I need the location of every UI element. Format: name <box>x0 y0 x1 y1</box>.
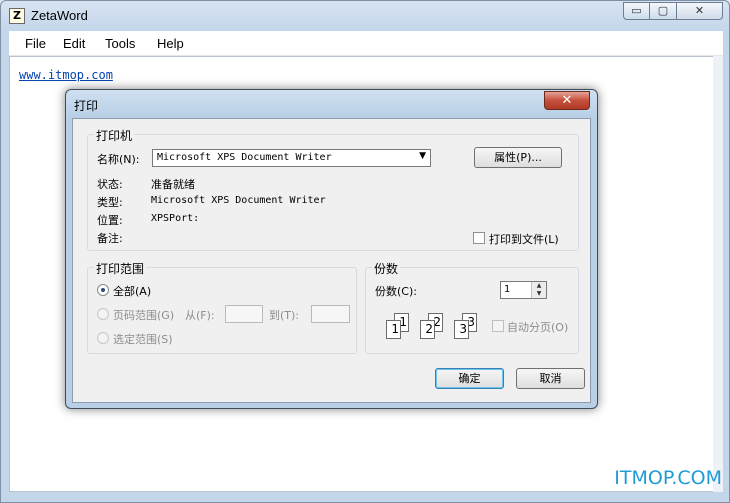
collate-checkbox[interactable] <box>492 320 504 332</box>
printer-group-title: 打印机 <box>94 127 135 144</box>
range-all-radio[interactable] <box>97 284 109 296</box>
menu-file[interactable]: File <box>25 36 46 51</box>
range-to-label: 到(T): <box>269 309 300 322</box>
close-button[interactable]: ✕ <box>677 2 723 20</box>
copies-group: 份数 份数(C): 1 ▲ ▼ 1 1 2 2 3 3 自动分页(O) <box>365 260 579 354</box>
range-selection-radio[interactable] <box>97 332 109 344</box>
printer-name-label: 名称(N): <box>97 153 140 166</box>
print-dialog: 打印 ✕ 打印机 名称(N): Microsoft XPS Document W… <box>65 89 598 409</box>
dialog-title: 打印 <box>74 99 99 113</box>
dialog-close-button[interactable]: ✕ <box>544 91 590 110</box>
page-icon: 2 <box>420 320 435 339</box>
vertical-scrollbar[interactable] <box>713 56 723 492</box>
range-from-input[interactable] <box>225 305 263 323</box>
maximize-button[interactable]: ▢ <box>650 2 677 20</box>
close-icon: ✕ <box>694 4 705 17</box>
chevron-down-icon[interactable]: ▼ <box>532 290 546 298</box>
copies-count-value: 1 <box>504 284 511 295</box>
document-link[interactable]: www.itmop.com <box>19 68 113 82</box>
printer-name-select[interactable]: Microsoft XPS Document Writer ▼ <box>152 149 431 167</box>
copies-count-stepper[interactable]: 1 ▲ ▼ <box>500 281 547 299</box>
page-icon: 1 <box>386 320 401 339</box>
menu-edit[interactable]: Edit <box>63 36 85 51</box>
title-bar[interactable]: Z ZetaWord ▭ ▢ ✕ <box>1 1 729 31</box>
print-to-file-label[interactable]: 打印到文件(L) <box>489 231 559 247</box>
range-pages-radio[interactable] <box>97 308 109 320</box>
collate-label[interactable]: 自动分页(O) <box>507 319 568 335</box>
menu-bar: File Edit Tools Help <box>9 31 723 56</box>
stepper-buttons[interactable]: ▲ ▼ <box>531 282 546 298</box>
range-to-input[interactable] <box>311 305 350 323</box>
type-value: Microsoft XPS Document Writer <box>151 195 326 206</box>
app-icon: Z <box>9 8 25 24</box>
copies-count-label: 份数(C): <box>375 285 417 298</box>
where-value: XPSPort: <box>151 213 200 224</box>
range-from-label: 从(F): <box>185 309 215 322</box>
window-title: ZetaWord <box>31 8 88 23</box>
copies-group-title: 份数 <box>372 260 401 277</box>
range-pages-label[interactable]: 页码范围(G) <box>113 307 174 323</box>
print-to-file-checkbox[interactable] <box>473 232 485 244</box>
where-label: 位置: <box>97 214 123 227</box>
close-icon: ✕ <box>561 93 573 108</box>
chevron-down-icon: ▼ <box>419 151 426 161</box>
comment-label: 备注: <box>97 232 123 245</box>
type-label: 类型: <box>97 196 123 209</box>
caption-buttons: ▭ ▢ ✕ <box>623 2 723 20</box>
page-icon: 3 <box>454 320 469 339</box>
chevron-up-icon[interactable]: ▲ <box>532 282 546 290</box>
menu-help[interactable]: Help <box>157 36 184 51</box>
maximize-icon: ▢ <box>657 4 669 17</box>
printer-name-value: Microsoft XPS Document Writer <box>157 152 332 163</box>
status-value: 准备就绪 <box>151 178 195 191</box>
menu-tools[interactable]: Tools <box>105 36 135 51</box>
minimize-button[interactable]: ▭ <box>623 2 650 20</box>
minimize-icon: ▭ <box>631 4 642 17</box>
range-selection-label[interactable]: 选定范围(S) <box>113 331 173 347</box>
print-range-group: 打印范围 全部(A) 页码范围(G) 从(F): 到(T): 选定范围(S) <box>87 260 357 354</box>
dialog-body: 打印机 名称(N): Microsoft XPS Document Writer… <box>72 118 591 403</box>
print-range-title: 打印范围 <box>94 260 147 277</box>
range-all-label[interactable]: 全部(A) <box>113 283 151 299</box>
cancel-button[interactable]: 取消 <box>516 368 585 389</box>
printer-group: 打印机 名称(N): Microsoft XPS Document Writer… <box>87 127 579 251</box>
properties-button[interactable]: 属性(P)... <box>474 147 562 168</box>
status-label: 状态: <box>97 178 123 191</box>
watermark: ITMOP.COM <box>614 467 722 489</box>
ok-button[interactable]: 确定 <box>435 368 504 389</box>
